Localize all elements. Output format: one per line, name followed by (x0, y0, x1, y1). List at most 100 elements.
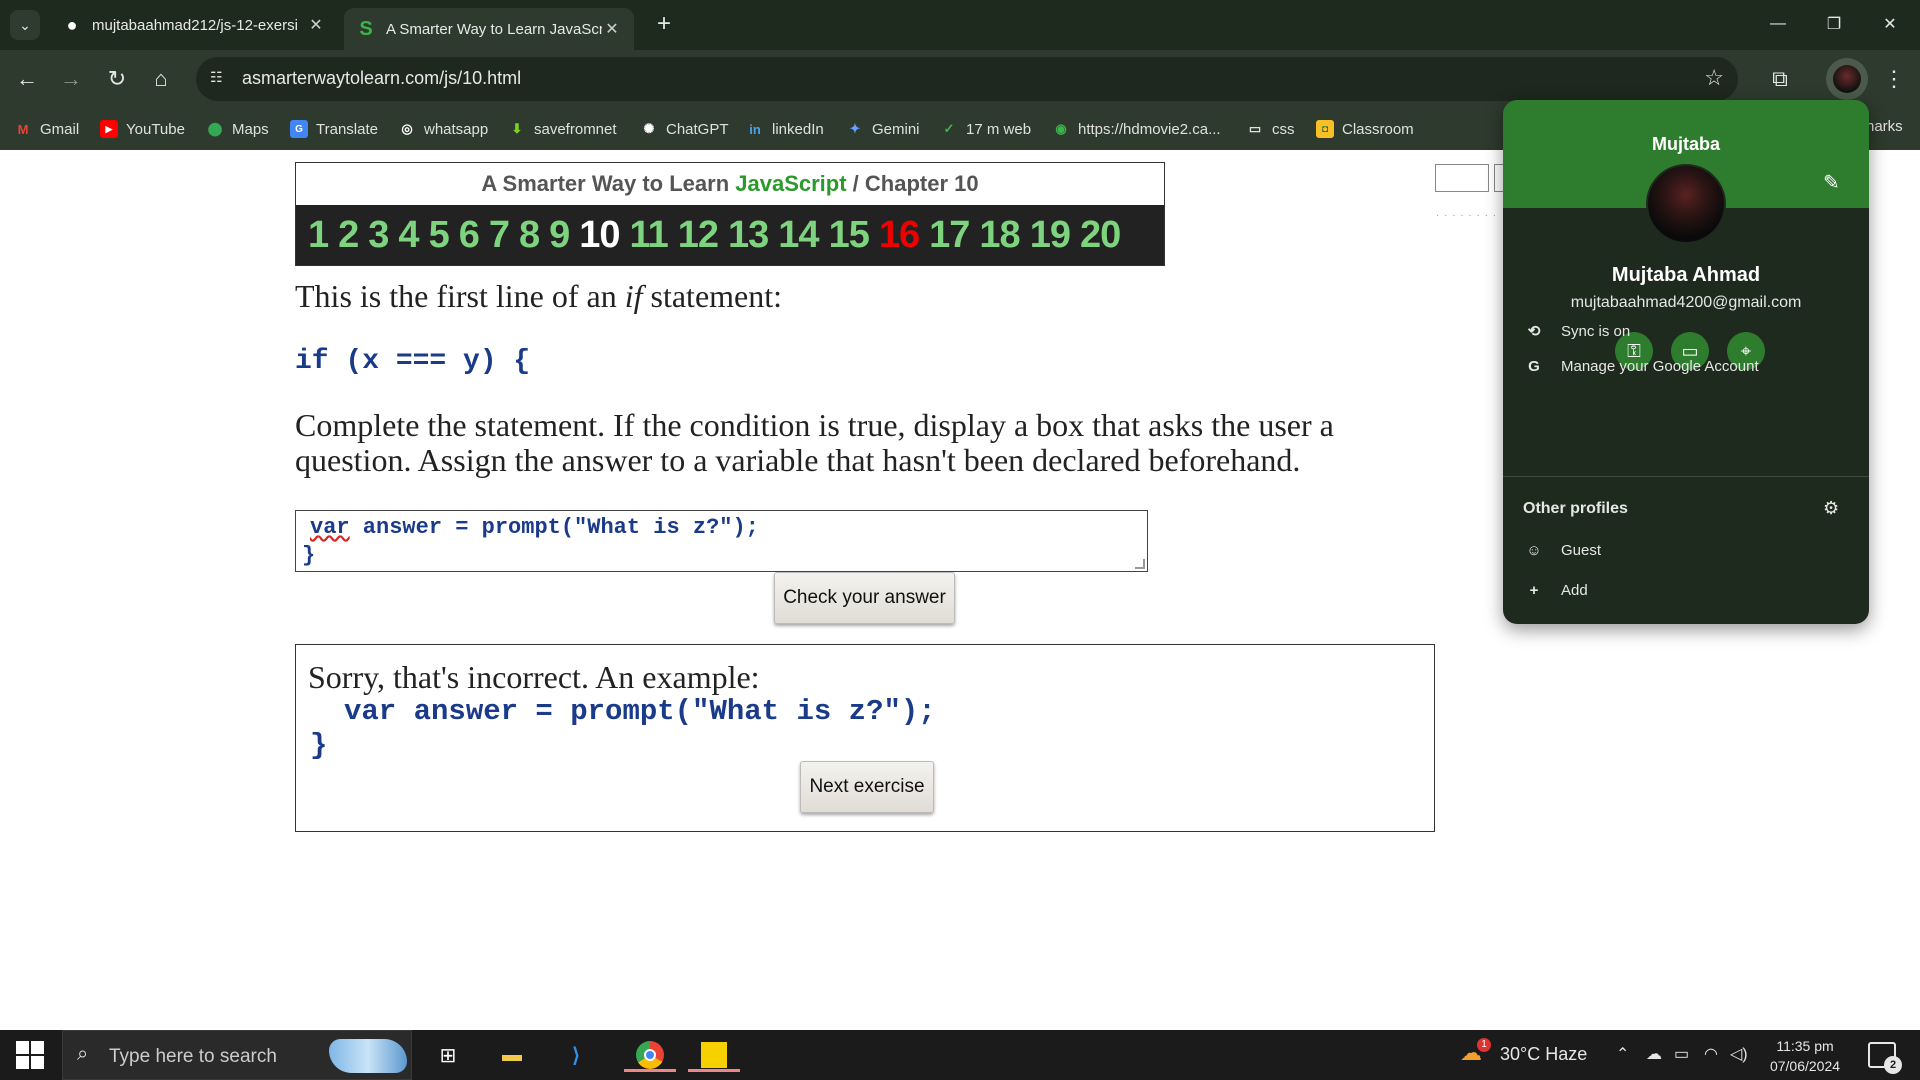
system-clock[interactable]: 11:35 pm 07/06/2024 (1760, 1036, 1850, 1076)
tab-smarter-way[interactable]: S A Smarter Way to Learn JavaScr ✕ (344, 8, 634, 50)
profile-button[interactable] (1826, 58, 1868, 100)
google-g-icon: G (1528, 358, 1540, 375)
weather-badge: 1 (1477, 1038, 1491, 1052)
chapter-link[interactable]: 18 (979, 214, 1020, 257)
new-tab-button[interactable]: + (650, 10, 678, 38)
guest-profile-row[interactable]: ☺ Guest (1523, 542, 1601, 559)
forward-icon[interactable]: → (54, 62, 88, 96)
next-exercise-button[interactable]: Next exercise (800, 761, 934, 813)
extensions-icon[interactable]: ⧉ (1764, 63, 1796, 95)
chapter-link[interactable]: 6 (459, 214, 480, 257)
manage-account-row[interactable]: G Manage your Google Account (1523, 358, 1758, 375)
bookmark-gmail[interactable]: M Gmail (14, 118, 80, 140)
back-icon[interactable]: ← (10, 62, 44, 96)
taskbar-search[interactable]: ⌕ Type here to search (62, 1030, 412, 1080)
weather-text[interactable]: 30°C Haze (1500, 1044, 1587, 1065)
chapter-link[interactable]: 9 (549, 214, 570, 257)
battery-icon[interactable]: ▭ (1674, 1044, 1689, 1064)
onedrive-icon[interactable]: ☁ (1646, 1044, 1662, 1064)
edit-pencil-icon[interactable]: ✎ (1823, 170, 1840, 195)
chapter-link[interactable]: 11 (630, 214, 669, 257)
bookmark-folder-css[interactable]: ▭ css (1246, 118, 1295, 140)
check-answer-button[interactable]: Check your answer (774, 572, 955, 624)
small-input-box[interactable] (1435, 164, 1489, 192)
chapter-link[interactable]: 8 (519, 214, 540, 257)
folder-icon: ▭ (1248, 121, 1262, 136)
bookmark-17mweb[interactable]: ✓ 17 m web (940, 118, 1032, 140)
wifi-icon[interactable]: ◠ (1704, 1044, 1718, 1064)
add-profile-row[interactable]: + Add (1523, 582, 1588, 599)
chapter-link[interactable]: 5 (429, 214, 450, 257)
notification-center-icon[interactable]: 2 (1868, 1042, 1902, 1074)
resize-handle[interactable] (1135, 559, 1145, 569)
bookmark-whatsapp[interactable]: ◎ whatsapp (398, 118, 488, 140)
bookmark-classroom[interactable]: ◘ Classroom (1316, 118, 1414, 140)
reload-icon[interactable]: ↻ (100, 62, 134, 96)
chapter-link[interactable]: 12 (678, 214, 719, 257)
exercise-instructions: Complete the statement. If the condition… (295, 407, 1334, 478)
gemini-icon: ✦ (849, 121, 861, 136)
chapter-link[interactable]: 2 (338, 214, 359, 257)
show-hidden-icons[interactable]: ⌃ (1616, 1044, 1629, 1064)
chapter-link[interactable]: 15 (829, 214, 870, 257)
bookmark-gemini[interactable]: ✦ Gemini (846, 118, 920, 140)
search-icon: ⌕ (77, 1043, 89, 1065)
bookmark-savefromnet[interactable]: ⬇ savefromnet (508, 118, 617, 140)
all-bookmarks-label[interactable]: harks (1866, 118, 1903, 135)
volume-icon[interactable]: ◁) (1730, 1044, 1748, 1064)
linkedin-icon: in (749, 121, 761, 137)
bookmark-hdmovie[interactable]: ◉ https://hdmovie2.ca... (1052, 118, 1220, 140)
restore-button[interactable]: ❐ (1806, 0, 1862, 48)
avatar (1833, 65, 1861, 93)
browser-titlebar: ⌄ ● mujtabaahmad212/js-12-exersi ✕ S A S… (0, 0, 1920, 50)
bookmark-translate[interactable]: G Translate (290, 118, 378, 140)
bookmark-star-icon[interactable]: ☆ (1704, 65, 1724, 91)
address-bar[interactable]: ☷ asmarterwaytolearn.com/js/10.html ☆ (196, 57, 1738, 101)
profile-full-name: Mujtaba Ahmad (1611, 264, 1761, 286)
tab-search-button[interactable]: ⌄ (10, 10, 40, 40)
browser-menu-icon[interactable]: ⋮ (1880, 62, 1908, 96)
gear-icon[interactable]: ⚙ (1823, 498, 1839, 519)
chapter-link[interactable]: 13 (728, 214, 769, 257)
chapter-link[interactable]: 4 (398, 214, 419, 257)
close-window-button[interactable]: ✕ (1862, 0, 1918, 48)
chapter-link[interactable]: 20 (1080, 214, 1121, 257)
site-info-icon[interactable]: ☷ (210, 69, 232, 89)
chatgpt-icon: ✺ (643, 121, 655, 136)
bookmark-linkedin[interactable]: in linkedIn (746, 118, 823, 140)
chapter-link[interactable]: 17 (929, 214, 970, 257)
smarter-way-icon: S (359, 17, 373, 40)
close-tab-icon[interactable]: ✕ (602, 19, 622, 39)
example-code-brace: } (310, 729, 328, 762)
sticky-notes-icon[interactable] (682, 1038, 746, 1072)
bookmark-chatgpt[interactable]: ✺ ChatGPT (640, 118, 729, 140)
tab-title: mujtabaahmad212/js-12-exersi (92, 16, 298, 34)
chapter-link[interactable]: 1 (308, 214, 329, 257)
chapter-link[interactable]: 16 (879, 214, 920, 257)
chrome-taskbar-icon[interactable] (618, 1038, 682, 1072)
home-icon[interactable]: ⌂ (144, 62, 178, 96)
file-explorer-icon[interactable]: ▬ (492, 1038, 532, 1072)
code-snippet: if (x === y) { (295, 346, 531, 377)
active-app-indicator (688, 1069, 740, 1072)
task-view-icon[interactable]: ⊞ (428, 1038, 468, 1072)
tab-github[interactable]: ● mujtabaahmad212/js-12-exersi ✕ (50, 8, 338, 42)
vscode-icon[interactable]: ⟩ (556, 1038, 596, 1072)
github-icon: ● (66, 14, 78, 35)
whatsapp-icon: ◎ (401, 121, 413, 136)
chapter-link[interactable]: 7 (489, 214, 510, 257)
answer-textarea[interactable]: var answer = prompt("What is z?"); } (295, 510, 1148, 572)
profile-header-name: Mujtaba (1651, 134, 1720, 154)
active-app-indicator (624, 1069, 676, 1072)
bookmark-maps[interactable]: ⬤ Maps (206, 118, 269, 140)
guest-icon: ☺ (1526, 542, 1542, 559)
bookmark-youtube[interactable]: ▶ YouTube (100, 118, 185, 140)
windows-start-button[interactable] (10, 1040, 50, 1070)
close-tab-icon[interactable]: ✕ (306, 15, 326, 35)
chapter-link[interactable]: 14 (778, 214, 819, 257)
chapter-link[interactable]: 19 (1030, 214, 1071, 257)
sync-row[interactable]: ⟲ Sync is on (1523, 322, 1631, 341)
minimize-button[interactable]: — (1750, 0, 1806, 48)
chapter-link[interactable]: 10 (579, 214, 620, 257)
chapter-link[interactable]: 3 (368, 214, 389, 257)
